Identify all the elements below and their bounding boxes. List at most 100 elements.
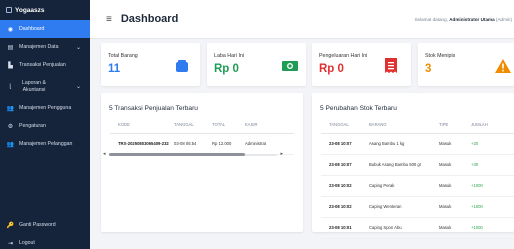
- stock-changes-table: TANGGAL BARANG TIPE JUMLAH 23-08 10:07 A…: [321, 117, 514, 239]
- sidebar-item-label: Dashboard: [19, 26, 45, 32]
- sidebar-item-label: Manajemen Data: [19, 44, 59, 50]
- dashboard-icon: ◉: [7, 26, 14, 33]
- stock-date: 23-08 10:07: [321, 133, 369, 155]
- stock-type: Masuk: [439, 175, 471, 197]
- sidebar-item-logout[interactable]: ⇥ Logout: [0, 234, 90, 249]
- user-name: Administrator Utama: [449, 16, 495, 22]
- stock-item: Caping Perak: [369, 175, 439, 197]
- warning-icon: [495, 58, 511, 73]
- sidebar-item-manajemen-data[interactable]: ▤ Manajemen Data ⌄: [0, 38, 90, 56]
- sidebar-item-laporan[interactable]: ⌊ Laporan & Akuntansi ⌄: [0, 74, 90, 99]
- stock-date: 23-08 10:07: [321, 154, 369, 176]
- chevron-down-icon: ⌄: [75, 44, 81, 51]
- stock-item: Caping Spon Abu: [369, 217, 439, 239]
- stock-type: Masuk: [439, 154, 471, 176]
- column-header: KODE: [110, 117, 174, 134]
- table-row[interactable]: 23-08 10:02 Caping Wenteran Masuk +1000: [321, 196, 514, 218]
- chevron-down-icon: ⌄: [75, 84, 81, 90]
- table-row[interactable]: 23-08 10:07 Asang Bambu 1 kg Masuk +20: [321, 133, 514, 155]
- top-header: ≡ Dashboard Selamat datang, Administrato…: [90, 0, 514, 39]
- recent-sales-panel: 5 Transaksi Penjualan Terbaru: [101, 93, 303, 232]
- stat-label: Pengeluaran Hari Ini: [319, 53, 368, 59]
- cart-icon: ▙: [8, 62, 13, 69]
- stock-amount: +30: [471, 154, 514, 176]
- scroll-right-icon[interactable]: ▸: [280, 151, 283, 157]
- column-header: TOTAL: [212, 117, 245, 134]
- money-icon: [282, 58, 298, 73]
- sidebar-item-label: Logout: [19, 240, 35, 246]
- recent-sales-table: KODE TANGGAL TOTAL KASIR TRX-20250803065…: [110, 117, 294, 155]
- brand[interactable]: Yogaaszs: [0, 0, 90, 20]
- chart-icon: ⌊: [9, 84, 12, 90]
- users-icon: 👥: [6, 105, 15, 112]
- stat-label: Total Barang: [108, 53, 138, 59]
- brand-name: Yogaaszs: [15, 6, 45, 14]
- sidebar-item-dashboard[interactable]: ◉ Dashboard: [0, 20, 90, 38]
- stock-date: 23-08 10:01: [321, 217, 369, 239]
- box-icon: [174, 58, 190, 73]
- sidebar-item-pelanggan[interactable]: 👥 Manajemen Pelanggan: [0, 135, 90, 153]
- stock-type: Masuk: [439, 217, 471, 239]
- column-header: JUMLAH: [471, 117, 514, 134]
- stock-type: Masuk: [439, 196, 471, 218]
- stock-amount: +20: [471, 133, 514, 155]
- stat-card-stok-menipis: Stok Menipis 3: [418, 43, 514, 86]
- customers-icon: 👥: [6, 141, 15, 148]
- sidebar-item-label: Pengaturan: [19, 123, 46, 129]
- stock-item: Bubuk Asang Bambu 500 gr: [369, 154, 439, 176]
- sale-code: TRX-20250803065409-232: [110, 133, 174, 155]
- sidebar-item-label: Laporan & Akuntansi: [22, 79, 46, 93]
- gears-icon: ⚙: [7, 123, 14, 130]
- stock-item: Asang Bambu 1 kg: [369, 133, 439, 155]
- page-title: Dashboard: [120, 13, 179, 25]
- table-row[interactable]: 23-08 10:02 Caping Perak Masuk +1000: [321, 175, 514, 197]
- sidebar-item-label: Transaksi Penjualan: [19, 62, 66, 68]
- stat-value: 3: [425, 63, 432, 75]
- scroll-left-icon[interactable]: ◂: [103, 151, 106, 157]
- stat-value: Rp 0: [319, 63, 344, 75]
- stock-amount: +1000: [471, 196, 514, 218]
- sidebar-item-label: Manajemen Pengguna: [19, 105, 72, 111]
- stock-amount: +1000: [471, 175, 514, 197]
- stock-item: Caping Wenteran: [369, 196, 439, 218]
- sale-date: 03-08 06:54: [174, 133, 212, 155]
- welcome-text: Selamat datang, Administrator Utama (Adm…: [414, 16, 512, 22]
- stat-value: Rp 0: [214, 63, 239, 75]
- stat-card-laba: Laba Hari Ini Rp 0: [207, 43, 306, 86]
- stat-card-pengeluaran: Pengeluaran Hari Ini Rp 0: [312, 43, 411, 86]
- logout-icon: ⇥: [7, 240, 14, 247]
- column-header: KASIR: [245, 117, 294, 134]
- stat-card-total-barang: Total Barang 11: [101, 43, 200, 86]
- horizontal-scrollbar[interactable]: ◂ ▸: [101, 151, 285, 157]
- scroll-thumb[interactable]: [109, 153, 245, 156]
- key-icon: 🔑: [6, 222, 15, 229]
- stock-date: 23-08 10:02: [321, 196, 369, 218]
- table-row[interactable]: 23-08 10:07 Bubuk Asang Bambu 500 gr Mas…: [321, 154, 514, 176]
- stock-type: Masuk: [439, 133, 471, 155]
- sidebar-nav: ◉ Dashboard ▤ Manajemen Data ⌄ ▙ Transak…: [0, 20, 90, 153]
- sale-total: Rp 12.000: [212, 133, 245, 155]
- sidebar-bottom: 🔑 Ganti Password ⇥ Logout: [0, 216, 90, 249]
- column-header: TANGGAL: [174, 117, 212, 134]
- stat-label: Stok Menipis: [425, 53, 456, 59]
- menu-grid-icon: [6, 7, 12, 13]
- table-row[interactable]: 23-08 10:01 Caping Spon Abu Masuk +1000: [321, 217, 514, 239]
- column-header: TIPE: [439, 117, 471, 134]
- sale-cashier: Administrat: [245, 133, 294, 155]
- column-header: BARANG: [369, 117, 439, 134]
- sidebar: Yogaaszs ◉ Dashboard ▤ Manajemen Data ⌄ …: [0, 0, 90, 249]
- database-icon: ▤: [7, 44, 14, 51]
- stat-label: Laba Hari Ini: [214, 53, 245, 59]
- sidebar-item-pengaturan[interactable]: ⚙ Pengaturan: [0, 117, 90, 135]
- stock-amount: +1000: [471, 217, 514, 239]
- sidebar-item-pengguna[interactable]: 👥 Manajemen Pengguna: [0, 99, 90, 117]
- stock-date: 23-08 10:02: [321, 175, 369, 197]
- column-header: TANGGAL: [321, 117, 369, 134]
- panel-title: 5 Transaksi Penjualan Terbaru: [109, 105, 198, 112]
- sidebar-item-ganti-password[interactable]: 🔑 Ganti Password: [0, 216, 90, 234]
- sidebar-item-transaksi[interactable]: ▙ Transaksi Penjualan: [0, 56, 90, 74]
- table-row[interactable]: TRX-20250803065409-232 03-08 06:54 Rp 12…: [110, 133, 294, 155]
- sidebar-item-label: Manajemen Pelanggan: [19, 141, 73, 147]
- receipt-icon: [383, 58, 399, 73]
- hamburger-icon[interactable]: ≡: [106, 14, 112, 25]
